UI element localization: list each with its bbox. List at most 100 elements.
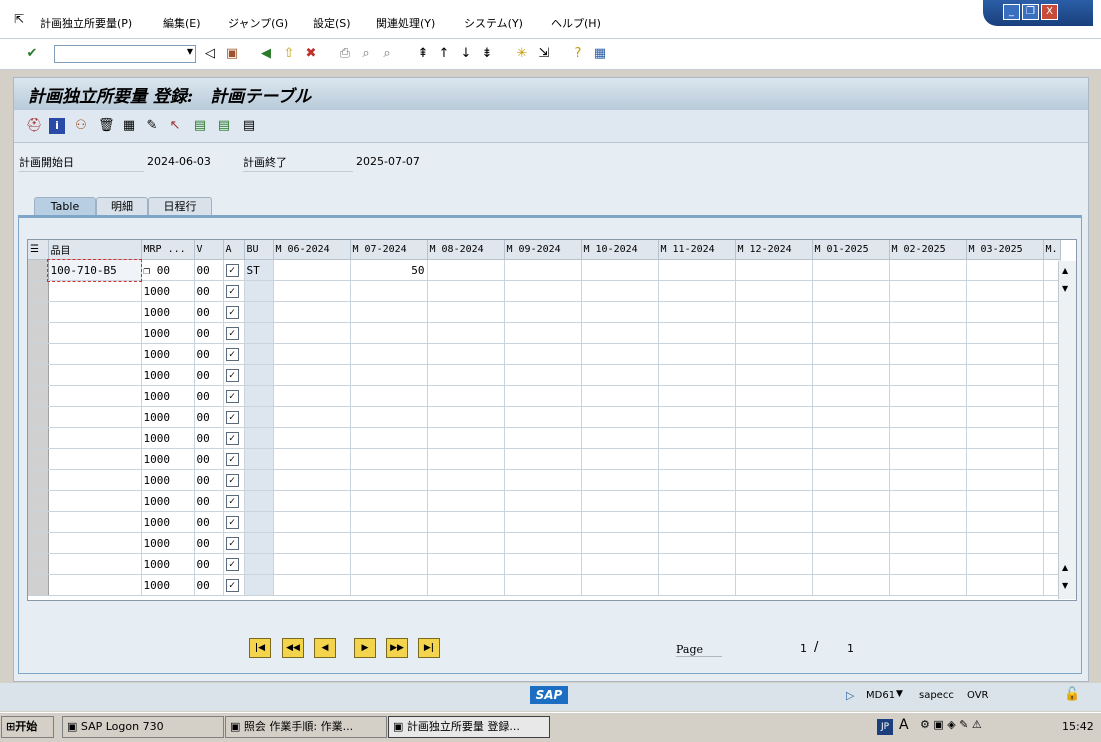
quantity-cell[interactable] [966, 406, 1044, 428]
version-cell[interactable]: 00 [194, 427, 224, 449]
material-cell[interactable] [48, 490, 142, 512]
menu-settings[interactable]: 設定(S) [313, 15, 351, 31]
table-settings-icon[interactable]: ▦ [121, 118, 137, 134]
detail-icon[interactable]: ▤ [192, 118, 208, 134]
plan-start-value[interactable]: 2024-06-03 [147, 155, 211, 168]
active-cell[interactable]: ✓ [223, 574, 245, 596]
version-cell[interactable]: 00 [194, 448, 224, 470]
active-checkbox[interactable]: ✓ [225, 264, 239, 277]
quantity-cell[interactable] [889, 280, 967, 302]
column-header[interactable]: M 01-2025 [812, 240, 890, 260]
copy-icon[interactable]: ❐ [144, 264, 157, 277]
hierarchy-icon[interactable]: ⚇ [73, 118, 89, 134]
quantity-cell[interactable] [658, 301, 736, 323]
quantity-cell[interactable] [658, 322, 736, 344]
version-cell[interactable]: 00 [194, 280, 224, 302]
active-cell[interactable]: ✓ [223, 322, 245, 344]
row-selector[interactable] [28, 448, 49, 470]
quantity-cell[interactable] [658, 343, 736, 365]
mrp-cell[interactable]: 1000 [141, 511, 195, 533]
quantity-cell[interactable] [581, 574, 659, 596]
quantity-cell[interactable] [504, 280, 582, 302]
last-page-icon[interactable]: ⇟ [479, 46, 495, 62]
tab-schedule-lines[interactable]: 日程行 [148, 197, 212, 216]
active-cell[interactable]: ✓ [223, 301, 245, 323]
version-cell[interactable]: 00 [194, 385, 224, 407]
quantity-cell[interactable] [350, 490, 428, 512]
start-button[interactable]: ⊞开始 [1, 716, 54, 738]
back-icon[interactable]: ◀ [258, 46, 274, 62]
last-page-button[interactable]: ▶| [418, 638, 440, 658]
quantity-cell[interactable] [812, 301, 890, 323]
scroll-up-icon[interactable]: ▲ [1062, 266, 1068, 275]
page-current[interactable]: 1 [800, 642, 807, 655]
menu-help[interactable]: ヘルプ(H) [551, 15, 601, 31]
quantity-cell[interactable] [504, 553, 582, 575]
quantity-cell[interactable] [966, 532, 1044, 554]
close-button[interactable]: X [1041, 4, 1058, 20]
version-cell[interactable]: 00 [194, 574, 224, 596]
save-icon[interactable]: ▣ [224, 46, 240, 62]
quantity-cell[interactable] [273, 280, 351, 302]
mrp-cell[interactable]: 1000 [141, 469, 195, 491]
quantity-cell[interactable] [966, 364, 1044, 386]
quantity-cell[interactable] [427, 490, 505, 512]
quantity-cell[interactable] [273, 259, 351, 281]
mrp-cell[interactable]: 1000 [141, 427, 195, 449]
active-cell[interactable]: ✓ [223, 553, 245, 575]
next-screen-button[interactable]: ▶▶ [386, 638, 408, 658]
quantity-cell[interactable] [658, 280, 736, 302]
quantity-cell[interactable] [273, 385, 351, 407]
help-icon[interactable]: ? [570, 46, 586, 62]
prev-screen-button[interactable]: ◀◀ [282, 638, 304, 658]
cancel-icon[interactable]: ✖ [303, 46, 319, 62]
active-checkbox[interactable]: ✓ [225, 474, 239, 487]
quantity-cell[interactable] [966, 301, 1044, 323]
quantity-cell[interactable] [658, 259, 736, 281]
quantity-cell[interactable] [658, 427, 736, 449]
next-page-icon[interactable]: ↓ [458, 46, 474, 62]
quantity-cell[interactable] [812, 364, 890, 386]
quantity-cell[interactable] [889, 259, 967, 281]
active-checkbox[interactable]: ✓ [225, 579, 239, 592]
quantity-cell[interactable] [581, 301, 659, 323]
column-header[interactable]: BU [244, 240, 274, 260]
active-cell[interactable]: ✓ [223, 448, 245, 470]
active-cell[interactable]: ✓ [223, 490, 245, 512]
column-header[interactable]: M 11-2024 [658, 240, 736, 260]
material-cell[interactable] [48, 427, 142, 449]
version-cell[interactable]: 00 [194, 364, 224, 386]
active-cell[interactable]: ✓ [223, 385, 245, 407]
quantity-cell[interactable] [658, 511, 736, 533]
quantity-cell[interactable] [966, 322, 1044, 344]
quantity-cell[interactable] [427, 364, 505, 386]
menu-goto[interactable]: ジャンプ(G) [228, 15, 288, 31]
status-toggle-icon[interactable]: ▷ [846, 689, 854, 702]
dropdown-arrow-icon[interactable]: ▼ [187, 47, 193, 56]
mrp-cell[interactable]: 1000 [141, 553, 195, 575]
active-checkbox[interactable]: ✓ [225, 432, 239, 445]
quantity-cell[interactable] [889, 574, 967, 596]
active-checkbox[interactable]: ✓ [225, 411, 239, 424]
menu-planned-indep-req[interactable]: 計画独立所要量(P) [40, 15, 132, 31]
column-header[interactable]: M 10-2024 [581, 240, 659, 260]
column-header[interactable]: M 09-2024 [504, 240, 582, 260]
scroll-down-icon[interactable]: ▼ [1062, 581, 1068, 590]
quantity-cell[interactable] [966, 490, 1044, 512]
quantity-cell[interactable] [889, 406, 967, 428]
quantity-cell[interactable] [504, 385, 582, 407]
active-checkbox[interactable]: ✓ [225, 327, 239, 340]
active-checkbox[interactable]: ✓ [225, 495, 239, 508]
version-cell[interactable]: 00 [194, 532, 224, 554]
quantity-cell[interactable] [350, 343, 428, 365]
mrp-cell[interactable]: 1000 [141, 490, 195, 512]
material-cell[interactable] [48, 385, 142, 407]
version-cell[interactable]: 00 [194, 322, 224, 344]
quantity-cell[interactable] [966, 574, 1044, 596]
quantity-cell[interactable] [581, 490, 659, 512]
active-cell[interactable]: ✓ [223, 511, 245, 533]
column-header[interactable]: V [194, 240, 224, 260]
version-cell[interactable]: 00 [194, 490, 224, 512]
quantity-cell[interactable] [966, 259, 1044, 281]
column-header[interactable]: M 02-2025 [889, 240, 967, 260]
